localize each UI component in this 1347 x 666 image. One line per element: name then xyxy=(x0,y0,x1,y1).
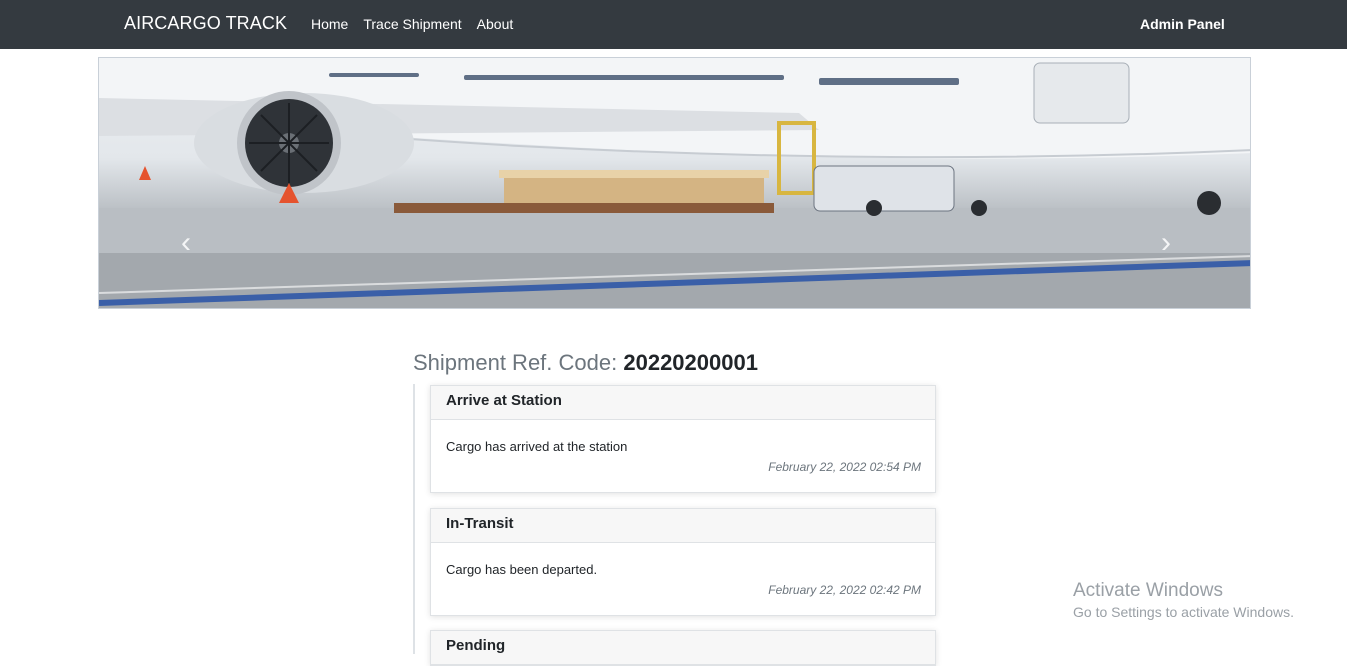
timeline-card-description: Cargo has been departed. xyxy=(446,562,598,577)
admin-panel-link[interactable]: Admin Panel xyxy=(1140,16,1225,32)
brand-logo[interactable]: AIRCARGO TRACK xyxy=(124,13,287,34)
watermark-title: Activate Windows xyxy=(1073,580,1223,601)
top-navbar: AIRCARGO TRACK Home Trace Shipment About… xyxy=(0,0,1347,49)
shipment-ref-title: Shipment Ref. Code: 20220200001 xyxy=(413,350,758,376)
timeline-card: Arrive at Station Cargo has arrived at t… xyxy=(430,385,936,493)
timeline-card-description: Cargo has arrived at the station xyxy=(446,439,628,454)
timeline-card-date: February 22, 2022 02:42 PM xyxy=(768,583,921,597)
chevron-right-icon[interactable]: › xyxy=(1151,223,1181,263)
shipment-ref-label: Shipment Ref. Code: xyxy=(413,350,618,375)
timeline-card-body: Cargo has been departed. February 22, 20… xyxy=(431,543,935,615)
nav-about-link[interactable]: About xyxy=(477,16,514,32)
timeline-card-status: In-Transit xyxy=(431,509,935,543)
hero-carousel: ‹ › xyxy=(98,57,1251,309)
timeline-card-date: February 22, 2022 02:54 PM xyxy=(768,460,921,474)
shipment-ref-code: 20220200001 xyxy=(623,350,758,375)
timeline-card-body: Cargo has arrived at the station Februar… xyxy=(431,420,935,492)
nav-trace-shipment-link[interactable]: Trace Shipment xyxy=(363,16,461,32)
nav-home-link[interactable]: Home xyxy=(311,16,348,32)
nav-links: Home Trace Shipment About xyxy=(311,16,528,32)
timeline-card-status: Arrive at Station xyxy=(431,386,935,420)
watermark-subtitle: Go to Settings to activate Windows. xyxy=(1073,604,1294,620)
activation-watermark: Activate Windows Go to Settings to activ… xyxy=(1073,580,1294,620)
timeline-card: In-Transit Cargo has been departed. Febr… xyxy=(430,508,936,616)
timeline-line xyxy=(413,384,415,654)
timeline-card-status: Pending xyxy=(431,631,935,665)
timeline-card: Pending xyxy=(430,630,936,666)
cargo-plane-image xyxy=(99,58,1250,308)
chevron-left-icon[interactable]: ‹ xyxy=(171,223,201,263)
